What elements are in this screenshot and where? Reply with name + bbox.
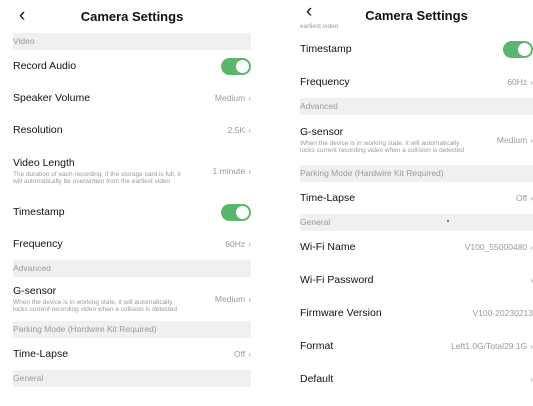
section-header-advanced: Advanced (300, 98, 533, 115)
setting-label: Time-Lapse (300, 192, 356, 204)
setting-value: 60Hz › (507, 77, 533, 87)
setting-label: G-sensor (13, 284, 57, 297)
setting-label: Firmware Version (300, 306, 382, 319)
setting-label: Format (300, 339, 334, 352)
setting-label: G-sensor (300, 125, 344, 138)
chevron-right-icon: › (248, 166, 251, 176)
toggle-knob (236, 59, 249, 73)
section-label: Parking Mode (Hardwire Kit Required) (13, 324, 157, 334)
truncated-description: earliest video (300, 23, 339, 30)
left-settings-screen: ‹ Camera Settings Video Record Audio Spe… (13, 0, 251, 406)
setting-g-sensor[interactable]: G-sensor When the device is in working s… (13, 277, 251, 321)
chevron-right-icon: › (248, 239, 251, 249)
toggle-knob (518, 42, 531, 56)
setting-time-lapse[interactable]: Time-Lapse Off › (13, 338, 251, 370)
section-label: General (13, 373, 44, 383)
setting-resolution[interactable]: Resolution 2.5K › (13, 114, 251, 146)
setting-label: Wi-Fi Name (300, 241, 356, 253)
setting-value: V100_55000480 › (464, 242, 533, 252)
timestamp-toggle[interactable] (503, 40, 533, 58)
setting-description: When the device is in working state, it … (13, 298, 178, 314)
toggle-knob (236, 205, 249, 219)
setting-text-block: Video Length The duration of each record… (13, 157, 189, 186)
setting-text-block: G-sensor When the device is in working s… (300, 126, 468, 155)
back-chevron-left-icon[interactable]: ‹ (306, 2, 312, 22)
setting-description: The duration of each recording, if the s… (13, 170, 181, 186)
setting-label: Video Length (13, 156, 75, 169)
setting-value: Off › (515, 193, 533, 203)
setting-record-audio[interactable]: Record Audio (13, 50, 251, 82)
setting-time-lapse[interactable]: Time-Lapse Off › (300, 182, 533, 214)
setting-label: Resolution (13, 124, 63, 136)
setting-value: 60Hz › (225, 239, 251, 249)
setting-video-length[interactable]: Video Length The duration of each record… (13, 146, 251, 196)
section-label: Advanced (13, 263, 51, 273)
setting-firmware-version: Firmware Version V100-20230213 (300, 296, 533, 329)
setting-g-sensor[interactable]: G-sensor When the device is in working s… (300, 115, 533, 165)
setting-value: V100-20230213 (472, 307, 533, 318)
setting-label: Frequency (13, 238, 63, 250)
setting-label: Default (300, 372, 334, 385)
right-settings-screen: ‹ Camera Settings earliest video Timesta… (300, 0, 533, 406)
section-header-video: Video (13, 33, 251, 50)
setting-value: Left1.0G/Total29.1G › (451, 340, 533, 351)
section-header-general: General (300, 214, 533, 231)
setting-value: 2.5K › (227, 125, 251, 135)
section-header-general: General (13, 370, 251, 387)
setting-timestamp[interactable]: Timestamp (13, 196, 251, 228)
section-header-advanced: Advanced (13, 260, 251, 277)
setting-description: When the device is in working state, it … (300, 139, 465, 155)
setting-label: Speaker Volume (13, 92, 91, 104)
timestamp-toggle[interactable] (221, 203, 251, 221)
chevron-right-icon: › (248, 349, 251, 359)
nav-bar: ‹ Camera Settings (13, 0, 251, 33)
section-label: Parking Mode (Hardwire Kit Required) (300, 168, 444, 178)
setting-timestamp[interactable]: Timestamp (300, 32, 533, 66)
setting-value: Medium › (496, 135, 533, 145)
setting-label: Frequency (300, 76, 350, 88)
setting-wifi-password[interactable]: Wi-Fi Password › (300, 263, 533, 296)
setting-format[interactable]: Format Left1.0G/Total29.1G › (300, 329, 533, 362)
page-title: Camera Settings (365, 8, 468, 23)
page-title: Camera Settings (80, 9, 184, 24)
setting-speaker-volume[interactable]: Speaker Volume Medium › (13, 82, 251, 114)
setting-frequency[interactable]: Frequency 60Hz › (13, 228, 251, 260)
dot-marker (447, 220, 449, 222)
setting-label: Timestamp (300, 43, 352, 55)
section-label: General (300, 217, 331, 227)
section-header-parking: Parking Mode (Hardwire Kit Required) (300, 165, 533, 182)
setting-value: › (527, 275, 533, 285)
setting-label: Timestamp (13, 206, 65, 218)
chevron-right-icon: › (248, 125, 251, 135)
setting-value: Medium › (214, 93, 251, 103)
setting-value: Medium › (214, 294, 251, 304)
chevron-right-icon: › (248, 294, 251, 304)
section-header-parking: Parking Mode (Hardwire Kit Required) (13, 321, 251, 338)
nav-bar: ‹ Camera Settings (300, 0, 533, 24)
record-audio-toggle[interactable] (221, 57, 251, 75)
setting-label: Record Audio (13, 60, 77, 72)
setting-value: 1 minute › (212, 166, 251, 176)
section-label: Video (13, 36, 35, 46)
setting-text-block: G-sensor When the device is in working s… (13, 285, 183, 314)
back-chevron-left-icon[interactable]: ‹ (19, 6, 25, 26)
setting-frequency[interactable]: Frequency 60Hz › (300, 66, 533, 98)
section-label: Advanced (300, 101, 338, 111)
setting-label: Wi-Fi Password (300, 273, 374, 286)
setting-value: Off › (233, 349, 251, 359)
setting-label: Time-Lapse (13, 348, 69, 360)
setting-wifi-name[interactable]: Wi-Fi Name V100_55000480 › (300, 231, 533, 263)
setting-value: › (527, 374, 533, 384)
chevron-right-icon: › (248, 93, 251, 103)
setting-default[interactable]: Default › (300, 362, 533, 395)
